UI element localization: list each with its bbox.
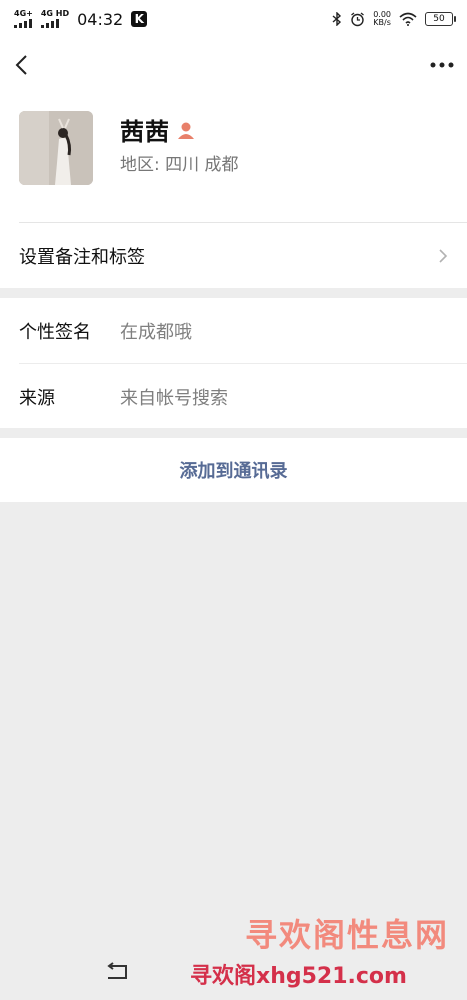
profile-region: 地区: 四川 成都	[120, 155, 239, 175]
signature-value: 在成都哦	[120, 321, 192, 343]
network-speed: 0.00 KB/s	[373, 11, 391, 27]
system-back-icon[interactable]	[104, 962, 130, 986]
more-options-icon[interactable]	[429, 60, 455, 70]
add-contact-block: 添加到通讯录	[0, 438, 467, 502]
clock: 04:32	[77, 9, 124, 29]
app-notification-icon: K	[131, 11, 148, 27]
info-section: 个性签名 在成都哦 来源 来自帐号搜索	[0, 298, 467, 428]
status-left: 4G+ 4G HD 04:32 K	[14, 9, 148, 29]
signal-2: 4G HD	[40, 9, 70, 28]
network-type-2: 4G HD	[40, 9, 70, 18]
battery-icon: 50	[425, 12, 456, 26]
signature-label: 个性签名	[19, 321, 91, 343]
profile-name: 茜茜	[120, 118, 170, 146]
nav-bar	[0, 38, 467, 92]
female-user-icon	[178, 122, 194, 139]
back-icon[interactable]	[12, 53, 32, 77]
source-value: 来自帐号搜索	[120, 387, 228, 409]
bluetooth-icon	[332, 12, 342, 26]
alarm-icon	[351, 11, 365, 26]
signal-1: 4G+	[14, 10, 33, 28]
watermark-url: 寻欢阁xhg521.com	[190, 964, 407, 989]
watermark-title: 寻欢阁性息网	[244, 916, 449, 954]
wifi-icon	[399, 12, 417, 26]
speed-unit: KB/s	[373, 18, 391, 27]
source-row: 来源 来自帐号搜索	[0, 364, 467, 429]
source-label: 来源	[19, 387, 55, 409]
status-right: 0.00 KB/s 50	[332, 11, 456, 27]
profile-card: 茜茜 地区: 四川 成都 设置备注和标签	[0, 92, 467, 288]
set-remark-and-tags-row[interactable]: 设置备注和标签	[0, 223, 467, 288]
signal-bars-icon	[40, 18, 69, 28]
status-bar: 4G+ 4G HD 04:32 K 0.00 KB/s 50	[0, 0, 467, 38]
signature-row: 个性签名 在成都哦	[0, 298, 467, 363]
avatar[interactable]	[19, 111, 93, 185]
profile-name-row: 茜茜	[120, 112, 196, 147]
signal-bars-icon	[14, 18, 33, 28]
chevron-right-icon	[439, 248, 448, 263]
remark-label: 设置备注和标签	[19, 246, 145, 268]
add-to-contacts-button[interactable]: 添加到通讯录	[180, 457, 288, 483]
network-type-1: 4G+	[14, 9, 33, 18]
